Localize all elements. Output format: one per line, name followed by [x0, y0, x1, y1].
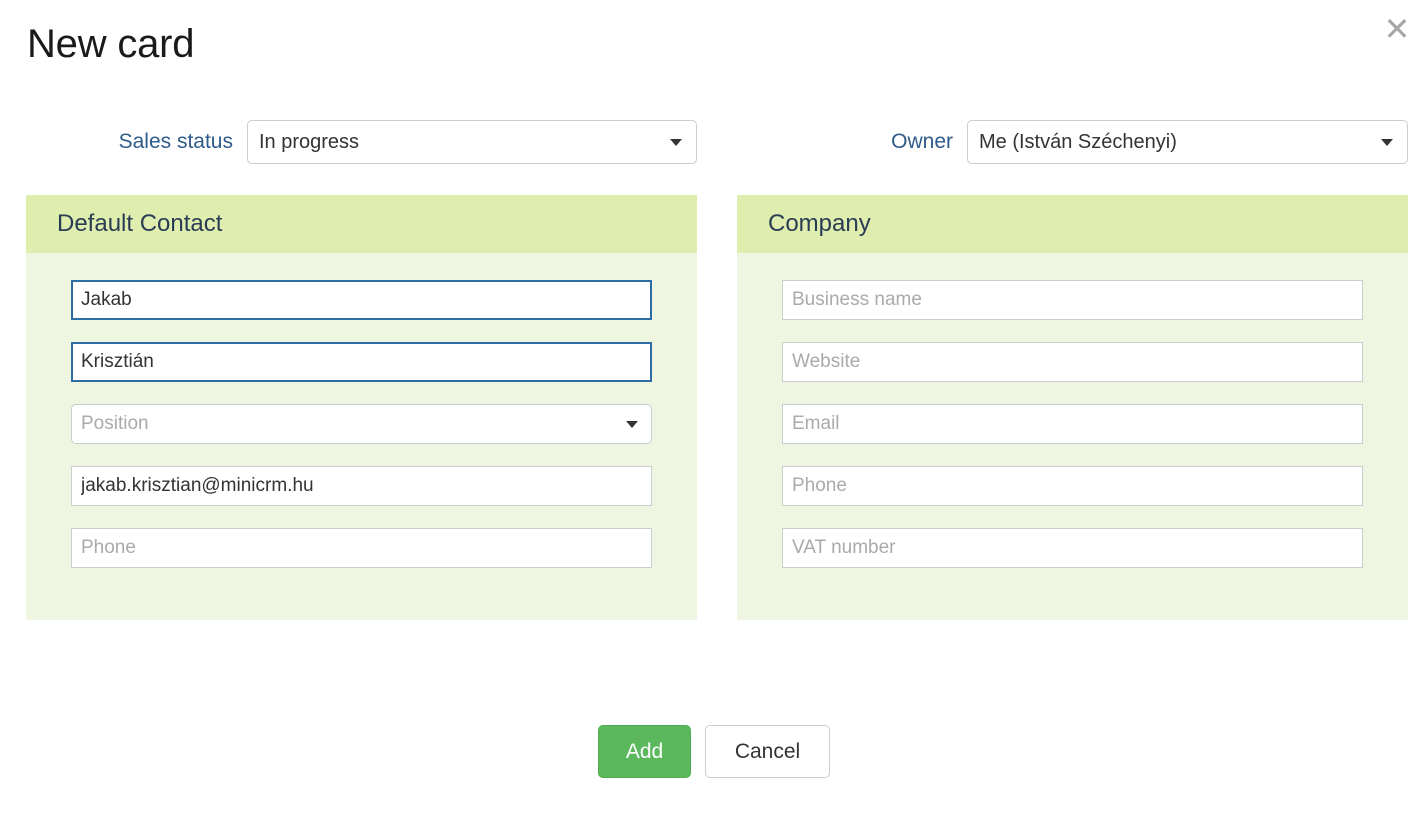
contact-first-name-input[interactable]: Jakab	[71, 280, 652, 320]
sales-status-value: In progress	[259, 131, 360, 153]
contact-email-value: jakab.krisztian@minicrm.hu	[81, 475, 314, 496]
company-phone-value: Phone	[792, 475, 847, 496]
company-email-value: Email	[792, 413, 840, 434]
company-phone-input[interactable]: Phone	[782, 466, 1363, 506]
sales-status-select[interactable]: In progress	[247, 120, 697, 164]
company-title: Company	[768, 210, 871, 237]
company-email-input[interactable]: Email	[782, 404, 1363, 444]
default-contact-fields: Jakab Krisztián Position jakab.krisztian@mi…	[26, 253, 697, 568]
company-business-name-input[interactable]: Business name	[782, 280, 1363, 320]
company-fields: Business name Website Email Phone VAT number	[737, 253, 1408, 568]
sales-status-row: Sales status In progress	[27, 120, 697, 164]
contact-position-value: Position	[81, 413, 149, 434]
company-website-value: Website	[792, 351, 861, 372]
company-panel: Company Business name Website Email Phone VA…	[737, 195, 1408, 620]
contact-first-name-value: Jakab	[81, 289, 132, 310]
owner-select[interactable]: Me (István Széchenyi)	[967, 120, 1408, 164]
default-contact-panel: Default Contact Jakab Krisztián Position ja…	[26, 195, 697, 620]
cancel-button[interactable]: Cancel	[705, 725, 830, 778]
contact-last-name-value: Krisztián	[81, 351, 154, 372]
contact-phone-value: Phone	[81, 537, 136, 558]
company-business-name-value: Business name	[792, 289, 922, 310]
add-button[interactable]: Add	[598, 725, 691, 778]
company-header: Company	[737, 195, 1408, 253]
close-icon[interactable]: ✕	[1378, 10, 1416, 48]
company-vat-number-value: VAT number	[792, 537, 896, 558]
default-contact-header: Default Contact	[26, 195, 697, 253]
contact-position-select[interactable]: Position	[71, 404, 652, 444]
company-vat-number-input[interactable]: VAT number	[782, 528, 1363, 568]
sales-status-label: Sales status	[118, 130, 233, 153]
contact-email-input[interactable]: jakab.krisztian@minicrm.hu	[71, 466, 652, 506]
chevron-down-icon	[626, 421, 638, 428]
company-website-input[interactable]: Website	[782, 342, 1363, 382]
page-title: New card	[27, 22, 195, 66]
owner-label: Owner	[891, 130, 953, 153]
contact-last-name-input[interactable]: Krisztián	[71, 342, 652, 382]
chevron-down-icon	[1381, 139, 1393, 146]
owner-row: Owner Me (István Széchenyi)	[737, 120, 1408, 164]
default-contact-title: Default Contact	[57, 210, 223, 237]
contact-phone-input[interactable]: Phone	[71, 528, 652, 568]
dialog-footer: Add Cancel	[0, 725, 1428, 778]
owner-value: Me (István Széchenyi)	[979, 131, 1177, 153]
chevron-down-icon	[670, 139, 682, 146]
